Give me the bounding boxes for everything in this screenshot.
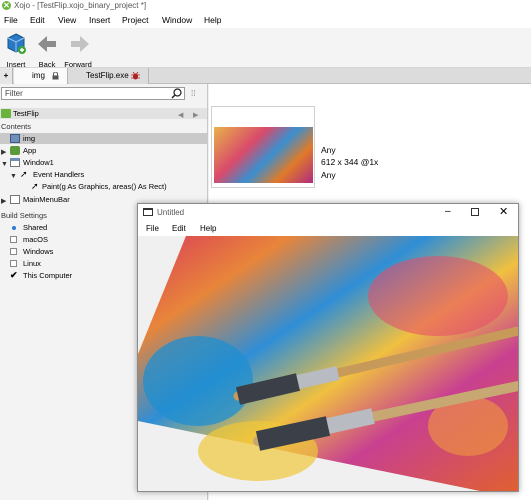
filter-input[interactable]: Filter	[1, 87, 185, 100]
menu-help[interactable]: Help	[204, 15, 221, 25]
tab-img[interactable]: img	[14, 68, 68, 84]
window-title: Untitled	[157, 208, 185, 217]
nav-item-window1-label: Window1	[23, 158, 54, 167]
paintbrush-thumbnail-image	[214, 127, 313, 183]
maximize-icon[interactable]	[471, 208, 479, 216]
search-icon[interactable]	[171, 88, 182, 99]
nav-back-icon[interactable]: ◀	[178, 110, 183, 121]
expand-triangle-icon[interactable]: ▶	[1, 196, 6, 207]
project-name: TestFlip	[13, 109, 39, 118]
toolbar: Insert Back Forward	[0, 28, 531, 69]
checkbox-unchecked[interactable]	[10, 260, 17, 267]
checkbox-unchecked[interactable]	[10, 236, 17, 243]
menu-insert[interactable]: Insert	[89, 15, 110, 25]
arrow-left-icon	[38, 36, 56, 52]
insert-button[interactable]: Insert	[4, 32, 28, 69]
window-menu-help[interactable]: Help	[200, 224, 216, 233]
window-menubar: File Edit Help	[138, 222, 518, 236]
contents-header: Contents	[1, 122, 32, 131]
nav-item-mainmenubar-label: MainMenuBar	[23, 195, 70, 204]
checkbox-unchecked[interactable]	[10, 248, 17, 255]
tab-img-label: img	[32, 71, 45, 80]
collapse-triangle-icon[interactable]: ▼	[1, 159, 8, 170]
expand-triangle-icon[interactable]: ▶	[1, 147, 6, 158]
menu-bar: File Edit View Insert Project Window Hel…	[0, 12, 531, 28]
menu-window[interactable]: Window	[162, 15, 192, 25]
selected-dot-icon	[12, 226, 16, 230]
image-dimensions: 612 x 344 @1x	[321, 157, 379, 167]
menu-project[interactable]: Project	[122, 15, 148, 25]
menubar-icon	[10, 195, 20, 204]
xojo-app-icon: ✕	[2, 1, 11, 10]
build-linux-label: Linux	[23, 259, 41, 268]
window-menu-edit[interactable]: Edit	[172, 224, 186, 233]
tab-testflip-exe[interactable]: TestFlip.exe	[69, 68, 149, 84]
bug-icon	[131, 72, 140, 80]
build-shared-label: Shared	[23, 223, 48, 232]
rotated-paintbrush-image	[138, 236, 518, 491]
project-row[interactable]: TestFlip ◀ ▶	[0, 108, 207, 119]
window-menu-file[interactable]: File	[146, 224, 159, 233]
window-app-icon	[143, 208, 153, 216]
forward-button[interactable]: Forward	[64, 32, 92, 69]
tab-bar: + img TestFlip.exe	[0, 68, 531, 84]
checkmark-icon[interactable]: ✔	[10, 270, 18, 281]
project-icon	[1, 109, 11, 118]
cursor-icon: ➚	[20, 169, 28, 179]
build-macos-label: macOS	[23, 235, 49, 244]
image-thumbnail-frame[interactable]	[211, 106, 315, 188]
panel-divider-handle[interactable]: ⁞⁞	[191, 89, 195, 98]
close-icon[interactable]: ✕	[499, 205, 508, 218]
nav-item-img[interactable]: img	[0, 133, 207, 144]
image-scale: Any	[321, 170, 336, 180]
title-bar: ✕ Xojo - [TestFlip.xojo_binary_project *…	[0, 0, 531, 12]
lock-icon	[52, 72, 59, 80]
collapse-triangle-icon[interactable]: ▼	[10, 171, 17, 182]
window-icon	[10, 158, 20, 167]
tab-exe-label: TestFlip.exe	[86, 71, 129, 80]
image-icon	[10, 134, 20, 143]
minimize-icon[interactable]: –	[445, 206, 451, 217]
cube-icon	[7, 33, 26, 54]
nav-item-paint-label: Paint(g As Graphics, areas() As Rect)	[42, 182, 167, 191]
paint-canvas[interactable]	[138, 236, 518, 491]
untitled-window: Untitled – ✕ File Edit Help	[137, 203, 519, 492]
app-icon	[10, 146, 20, 155]
build-this-computer-label: This Computer	[23, 271, 73, 280]
cursor-icon: ➚	[31, 181, 39, 191]
add-tab-button[interactable]: +	[0, 68, 13, 84]
build-windows-label: Windows	[23, 247, 54, 256]
window-titlebar: Untitled – ✕	[138, 204, 518, 222]
arrow-right-icon	[70, 36, 89, 52]
nav-item-img-label: img	[23, 134, 36, 143]
image-platform: Any	[321, 145, 336, 155]
menu-file[interactable]: File	[4, 15, 18, 25]
menu-edit[interactable]: Edit	[30, 15, 45, 25]
nav-forward-icon[interactable]: ▶	[193, 110, 198, 121]
menu-view[interactable]: View	[58, 15, 76, 25]
window-title: Xojo - [TestFlip.xojo_binary_project *]	[14, 1, 147, 10]
nav-item-event-handlers-label: Event Handlers	[33, 170, 85, 179]
nav-item-app-label: App	[23, 146, 37, 155]
back-button[interactable]: Back	[35, 32, 59, 69]
build-settings-header: Build Settings	[1, 211, 47, 220]
